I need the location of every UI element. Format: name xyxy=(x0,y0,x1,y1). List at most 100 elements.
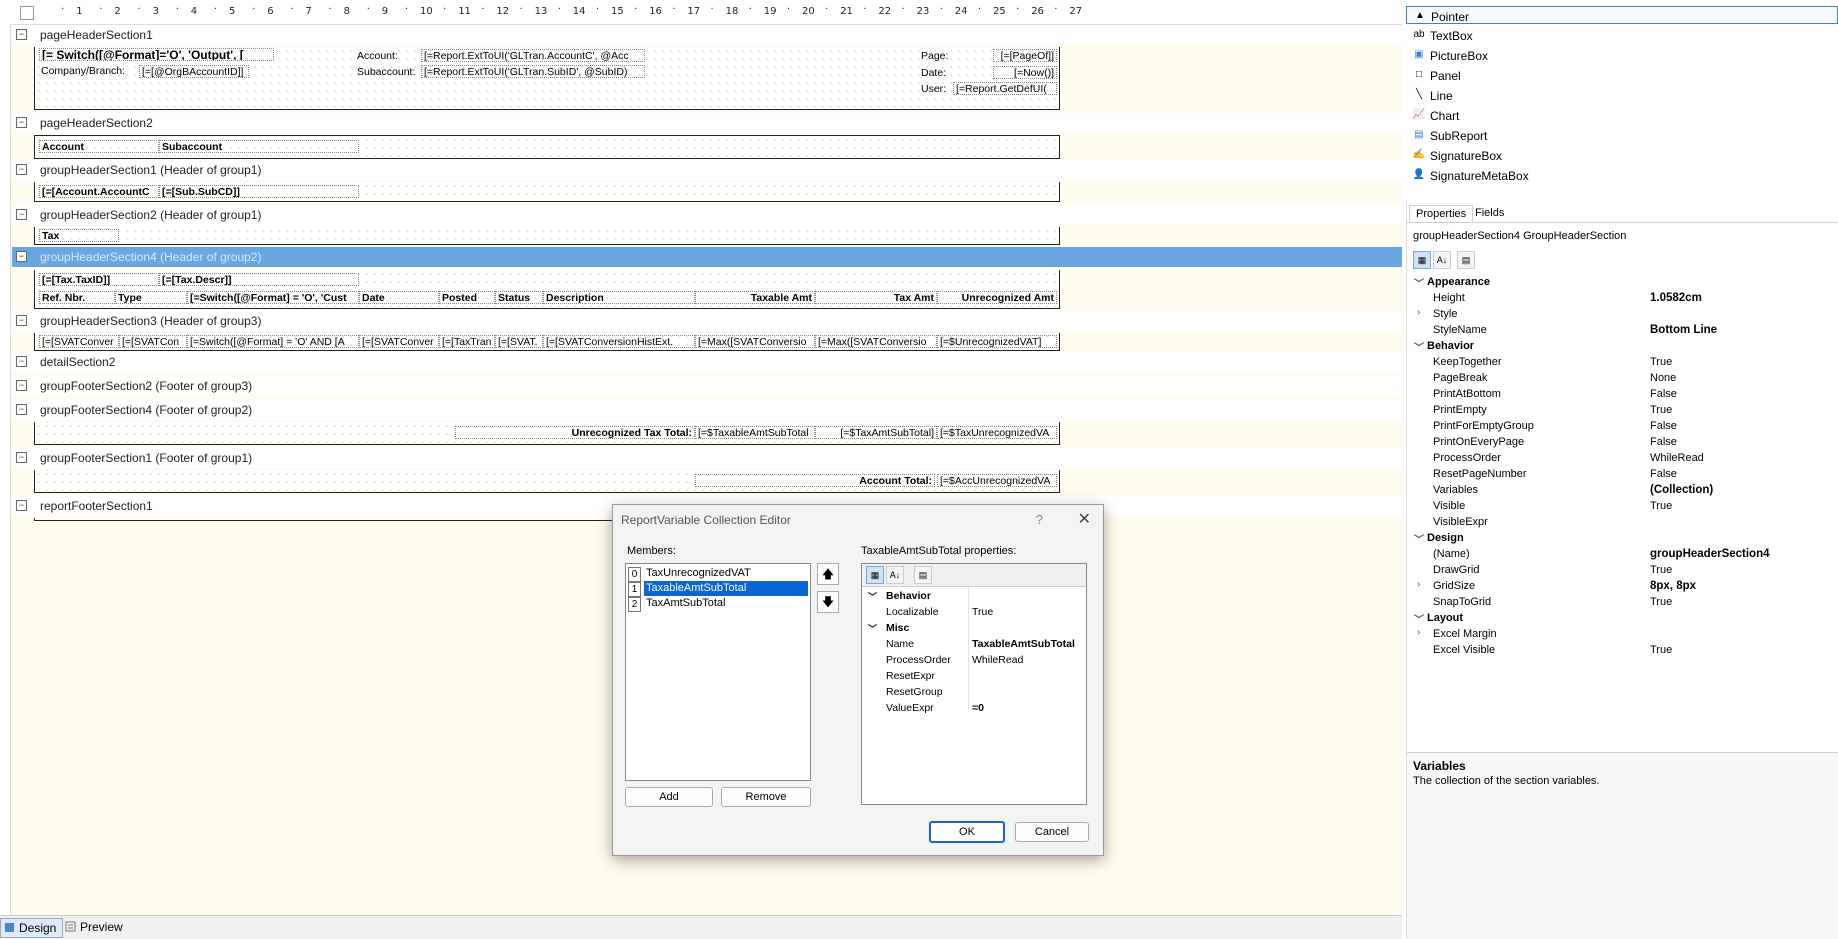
svat-textbox-1[interactable]: [=[SVATConver xyxy=(39,335,119,348)
list-item-selected[interactable]: 1 TaxableAmtSubTotal xyxy=(626,581,810,597)
section-header-group-header-4[interactable]: − groupHeaderSection4 (Header of group2) xyxy=(12,247,1402,267)
tab-fields[interactable]: Fields xyxy=(1469,205,1510,221)
prop-value[interactable]: groupHeaderSection4 xyxy=(1650,548,1770,560)
taxable-subtotal-textbox[interactable]: [=$TaxableAmtSubTotal xyxy=(695,426,815,439)
band-group-footer-1[interactable]: Account Total: [=$AccUnrecognizedVA xyxy=(34,470,1060,493)
band-group-footer-4[interactable]: Unrecognized Tax Total: [=$TaxableAmtSub… xyxy=(34,422,1060,445)
category-layout[interactable]: ﹀ Layout xyxy=(1407,610,1838,626)
tool-chart[interactable]: 📈 Chart xyxy=(1406,106,1838,124)
switch-textbox[interactable]: [= Switch([@Format]='O', 'Output', [ xyxy=(39,48,274,61)
remove-button[interactable]: Remove xyxy=(721,787,811,807)
collapse-icon[interactable]: − xyxy=(16,209,27,220)
prop-resetgroup[interactable]: ResetGroup xyxy=(862,684,1086,700)
alphabetical-sort-icon[interactable]: A↓ xyxy=(1433,251,1451,269)
prop-value[interactable]: False xyxy=(1650,420,1677,432)
prop-pagebreak[interactable]: PageBreak None xyxy=(1407,370,1838,386)
band-group-header-4[interactable]: [=[Tax.TaxID]] [=[Tax.Descr]] Ref. Nbr. … xyxy=(34,270,1060,309)
collapse-icon[interactable]: − xyxy=(16,251,27,262)
prop-value[interactable]: True xyxy=(1650,596,1672,608)
band-group-header-3[interactable]: [=[SVATConver [=[SVATCon [=Switch([@Form… xyxy=(34,333,1060,351)
collapse-chevron-icon[interactable]: ﹀ xyxy=(1414,339,1424,354)
prop-excelvisible[interactable]: Excel Visible True xyxy=(1407,642,1838,658)
prop-snaptogrid[interactable]: SnapToGrid True xyxy=(1407,594,1838,610)
unrecognized-vat-textbox[interactable]: [=$UnrecognizedVAT] xyxy=(937,335,1057,348)
switch-textbox-row[interactable]: [=Switch([@Format] = 'O' AND [A xyxy=(187,335,359,348)
prop-excelmargin[interactable]: › Excel Margin xyxy=(1407,626,1838,642)
company-value[interactable]: [=[@OrgBAccountID]] xyxy=(139,65,249,78)
tab-preview[interactable]: Preview xyxy=(62,918,129,936)
collapse-chevron-icon[interactable]: ﹀ xyxy=(1414,531,1424,546)
sub-cd-textbox[interactable]: [=[Sub.SubCD]] xyxy=(159,185,359,198)
expand-chevron-icon[interactable]: › xyxy=(1417,307,1420,318)
account-value[interactable]: [=Report.ExtToUI('GLTran.AccountC', @Acc xyxy=(421,49,645,62)
account-label[interactable]: Account: xyxy=(355,50,415,63)
customer-switch-header[interactable]: [=Switch([@Format] = 'O', 'Cust xyxy=(187,291,359,304)
description-header[interactable]: Description xyxy=(543,291,695,304)
section-header-page-header-1[interactable]: − pageHeaderSection1 xyxy=(12,25,1402,45)
prop-value[interactable]: False xyxy=(1650,436,1677,448)
collapse-icon[interactable]: − xyxy=(16,356,27,367)
prop-keeptogether[interactable]: KeepTogether True xyxy=(1407,354,1838,370)
section-header-page-header-2[interactable]: − pageHeaderSection2 xyxy=(12,113,1402,133)
tool-line[interactable]: ╲ Line xyxy=(1406,86,1838,104)
band-page-header-1[interactable]: [= Switch([@Format]='O', 'Output', [ Com… xyxy=(34,47,1060,110)
collapse-icon[interactable]: − xyxy=(16,404,27,415)
svat-history-textbox[interactable]: [=[SVATConversionHistExt. xyxy=(543,335,695,348)
collapse-icon[interactable]: − xyxy=(16,500,27,511)
prop-printforemptygroup[interactable]: PrintForEmptyGroup False xyxy=(1407,418,1838,434)
prop-value[interactable]: True xyxy=(972,606,993,618)
collapse-chevron-icon[interactable]: ﹀ xyxy=(868,622,877,635)
category-design[interactable]: ﹀ Design xyxy=(1407,530,1838,546)
account-cd-textbox[interactable]: [=[Account.AccountC xyxy=(39,185,159,198)
collapse-icon[interactable]: − xyxy=(16,164,27,175)
ok-button[interactable]: OK xyxy=(929,821,1005,843)
band-page-header-2[interactable]: Account Subaccount xyxy=(34,135,1060,159)
prop-value[interactable]: True xyxy=(1650,356,1672,368)
section-header-detail[interactable]: − detailSection2 xyxy=(12,352,1402,372)
prop-printempty[interactable]: PrintEmpty True xyxy=(1407,402,1838,418)
property-pages-icon[interactable]: ▤ xyxy=(914,566,932,584)
taxtran-textbox[interactable]: [=[TaxTran xyxy=(439,335,495,348)
prop-value[interactable]: True xyxy=(1650,644,1672,656)
status-header[interactable]: Status xyxy=(495,291,543,304)
tax-subtotal-textbox[interactable]: [=$TaxAmtSubTotal] xyxy=(815,426,937,439)
collapse-icon[interactable]: − xyxy=(16,315,27,326)
collapse-icon[interactable]: − xyxy=(16,380,27,391)
prop-localizable[interactable]: Localizable True xyxy=(862,604,1086,620)
section-header-group-footer-1[interactable]: − groupFooterSection1 (Footer of group1) xyxy=(12,448,1402,468)
collapse-chevron-icon[interactable]: ﹀ xyxy=(1414,611,1424,626)
prop-value[interactable]: WhileRead xyxy=(1650,452,1704,464)
list-item[interactable]: 0 TaxUnrecognizedVAT xyxy=(626,566,810,582)
company-label[interactable]: Company/Branch: xyxy=(39,65,139,78)
prop-value[interactable]: False xyxy=(1650,468,1677,480)
svat-textbox-3[interactable]: [=[SVATConver xyxy=(359,335,439,348)
prop-value[interactable]: None xyxy=(1650,372,1676,384)
acc-unrecognized-textbox[interactable]: [=$AccUnrecognizedVA xyxy=(937,474,1057,487)
tab-properties[interactable]: Properties xyxy=(1409,205,1474,222)
subaccount-label[interactable]: Subaccount: xyxy=(355,66,415,79)
prop-stylename[interactable]: StyleName Bottom Line xyxy=(1407,322,1838,338)
prop-value[interactable]: Bottom Line xyxy=(1650,324,1717,336)
move-down-button[interactable]: 🡇 xyxy=(817,591,839,613)
property-grid[interactable]: ﹀ Appearance Height 1.0582cm › Style StyleN… xyxy=(1407,274,1838,658)
max-svat-textbox-2[interactable]: [=Max([SVATConversio xyxy=(815,335,937,348)
prop-value[interactable]: =0 xyxy=(972,702,984,714)
prop-style[interactable]: › Style xyxy=(1407,306,1838,322)
categorized-icon[interactable]: ▦ xyxy=(866,566,884,584)
expand-chevron-icon[interactable]: › xyxy=(1417,579,1420,590)
prop-visible[interactable]: Visible True xyxy=(1407,498,1838,514)
cancel-button[interactable]: Cancel xyxy=(1015,822,1089,842)
category-behavior[interactable]: ﹀ Behavior xyxy=(1407,338,1838,354)
expand-chevron-icon[interactable]: › xyxy=(1417,627,1420,638)
tool-panel[interactable]: □ Panel xyxy=(1406,66,1838,84)
selected-object-name[interactable]: groupHeaderSection4 GroupHeaderSection xyxy=(1413,230,1626,242)
date-label[interactable]: Date: xyxy=(919,67,959,80)
prop-resetexpr[interactable]: ResetExpr xyxy=(862,668,1086,684)
band-group-header-2[interactable]: Tax xyxy=(34,227,1060,245)
add-button[interactable]: Add xyxy=(625,787,713,807)
tool-textbox[interactable]: ab TextBox xyxy=(1406,26,1838,44)
date-value[interactable]: [=Now()] xyxy=(993,66,1057,79)
collapse-icon[interactable]: − xyxy=(16,452,27,463)
prop-value[interactable]: 8px, 8px xyxy=(1650,580,1696,592)
collapse-icon[interactable]: − xyxy=(16,29,27,40)
